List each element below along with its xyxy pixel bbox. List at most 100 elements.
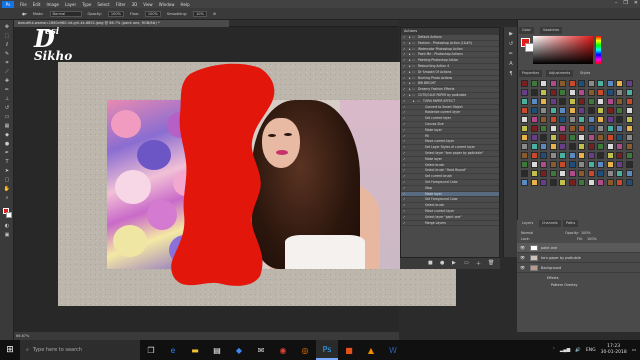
- style-swatch[interactable]: [521, 107, 528, 114]
- style-swatch[interactable]: [625, 161, 633, 168]
- app-icon[interactable]: ■: [338, 340, 360, 360]
- style-swatch[interactable]: [606, 89, 614, 96]
- action-check-icon[interactable]: ✓: [403, 163, 406, 168]
- style-swatch[interactable]: [559, 89, 566, 96]
- action-check-icon[interactable]: ✓: [403, 209, 406, 214]
- action-toggle-icon[interactable]: ▸: [409, 41, 411, 46]
- task-view-icon[interactable]: ❐: [140, 340, 162, 360]
- action-toggle-icon[interactable]: ▸: [409, 52, 411, 57]
- action-check-icon[interactable]: ✓: [403, 157, 406, 162]
- close-icon[interactable]: ✕: [634, 0, 638, 6]
- action-check-icon[interactable]: ✓: [403, 122, 406, 127]
- style-swatch[interactable]: [597, 107, 604, 114]
- tab-layers[interactable]: Layers: [519, 220, 537, 227]
- style-swatch[interactable]: [568, 107, 576, 114]
- style-swatch[interactable]: [549, 179, 557, 186]
- style-swatch[interactable]: [568, 125, 576, 132]
- style-swatch[interactable]: [521, 170, 528, 177]
- hue-slider[interactable]: [596, 36, 601, 64]
- style-swatch[interactable]: [521, 80, 528, 87]
- volume-icon[interactable]: 🔊: [575, 348, 581, 353]
- style-swatch[interactable]: [540, 161, 547, 168]
- photoshop-icon[interactable]: Ps: [316, 340, 338, 360]
- style-swatch[interactable]: [521, 98, 528, 105]
- shape-tool-icon[interactable]: ▢: [3, 177, 11, 183]
- style-swatch[interactable]: [559, 125, 566, 132]
- style-swatch[interactable]: [578, 170, 585, 177]
- action-check-icon[interactable]: ✓: [403, 76, 406, 81]
- chevron-up-icon[interactable]: ˄: [553, 348, 555, 353]
- settings-gear-icon[interactable]: ⚙: [213, 12, 216, 16]
- style-swatch[interactable]: [530, 116, 538, 123]
- dropbox-icon[interactable]: ◆: [228, 340, 250, 360]
- style-swatch[interactable]: [530, 152, 538, 159]
- style-swatch[interactable]: [578, 134, 585, 141]
- style-swatch[interactable]: [625, 125, 633, 132]
- style-swatch[interactable]: [521, 116, 528, 123]
- action-check-icon[interactable]: ✓: [403, 110, 406, 115]
- style-swatch[interactable]: [606, 179, 614, 186]
- layer-row-torn-paper[interactable]: 👁 torn paper by psdtutsle: [517, 253, 640, 263]
- action-toggle-icon[interactable]: ▸: [409, 76, 411, 81]
- hand-tool-icon[interactable]: ✋: [3, 186, 11, 192]
- style-swatch[interactable]: [606, 80, 614, 87]
- history-brush-tool-icon[interactable]: ↺: [3, 105, 11, 111]
- record-icon[interactable]: ●: [440, 260, 444, 266]
- clock[interactable]: 17:23 30-01-2018: [601, 344, 627, 356]
- mode-select[interactable]: Normal: [49, 10, 82, 17]
- notifications-icon[interactable]: ▭: [632, 348, 636, 353]
- style-swatch[interactable]: [578, 80, 585, 87]
- action-check-icon[interactable]: ✓: [403, 58, 406, 63]
- style-swatch[interactable]: [578, 161, 585, 168]
- action-check-icon[interactable]: ✓: [403, 197, 406, 202]
- action-check-icon[interactable]: ✓: [403, 93, 406, 98]
- action-check-icon[interactable]: ✓: [403, 180, 406, 185]
- style-swatch[interactable]: [540, 152, 547, 159]
- style-swatch[interactable]: [587, 179, 595, 186]
- style-swatch[interactable]: [625, 179, 633, 186]
- style-swatch[interactable]: [549, 98, 557, 105]
- network-icon[interactable]: ▂▄▆: [560, 348, 570, 353]
- chrome-icon[interactable]: ◉: [272, 340, 294, 360]
- character-panel-icon[interactable]: A: [507, 61, 515, 67]
- style-swatch[interactable]: [559, 161, 566, 168]
- action-check-icon[interactable]: ✓: [403, 116, 406, 121]
- style-swatch[interactable]: [559, 152, 566, 159]
- style-swatch[interactable]: [578, 89, 585, 96]
- style-swatch[interactable]: [587, 89, 595, 96]
- menu-3d[interactable]: 3D: [129, 2, 141, 7]
- style-swatch[interactable]: [559, 107, 566, 114]
- menu-image[interactable]: Image: [43, 2, 62, 7]
- action-check-icon[interactable]: ✓: [403, 105, 406, 110]
- layer-row-paint-one[interactable]: 👁 paint one: [517, 243, 640, 253]
- style-swatch[interactable]: [606, 116, 614, 123]
- style-swatch[interactable]: [625, 116, 633, 123]
- style-swatch[interactable]: [530, 125, 538, 132]
- quick-select-tool-icon[interactable]: ✎: [3, 51, 11, 57]
- blend-mode-select[interactable]: Normal: [521, 231, 533, 235]
- style-swatch[interactable]: [521, 179, 528, 186]
- windows-start-icon[interactable]: ⊞: [0, 340, 20, 360]
- style-swatch[interactable]: [616, 179, 623, 186]
- action-check-icon[interactable]: ✓: [403, 47, 406, 52]
- maximize-icon[interactable]: ❐: [623, 0, 627, 6]
- style-swatch[interactable]: [568, 179, 576, 186]
- edge-icon[interactable]: e: [162, 340, 184, 360]
- style-swatch[interactable]: [606, 134, 614, 141]
- photoshop-logo-icon[interactable]: Ps: [2, 0, 14, 8]
- style-swatch[interactable]: [578, 125, 585, 132]
- menu-view[interactable]: View: [140, 2, 156, 7]
- word-icon[interactable]: W: [382, 340, 404, 360]
- trash-icon[interactable]: 🗑: [488, 260, 494, 266]
- style-swatch[interactable]: [587, 143, 595, 150]
- lasso-tool-icon[interactable]: ℓ: [3, 42, 11, 48]
- language-indicator[interactable]: ENG: [586, 348, 596, 353]
- style-swatch[interactable]: [625, 89, 633, 96]
- style-swatch[interactable]: [606, 98, 614, 105]
- style-swatch[interactable]: [587, 107, 595, 114]
- style-swatch[interactable]: [568, 152, 576, 159]
- marquee-tool-icon[interactable]: ⬚: [3, 33, 11, 39]
- style-swatch[interactable]: [540, 134, 547, 141]
- quick-mask-icon[interactable]: ◐: [3, 223, 11, 229]
- action-check-icon[interactable]: ✓: [403, 99, 406, 104]
